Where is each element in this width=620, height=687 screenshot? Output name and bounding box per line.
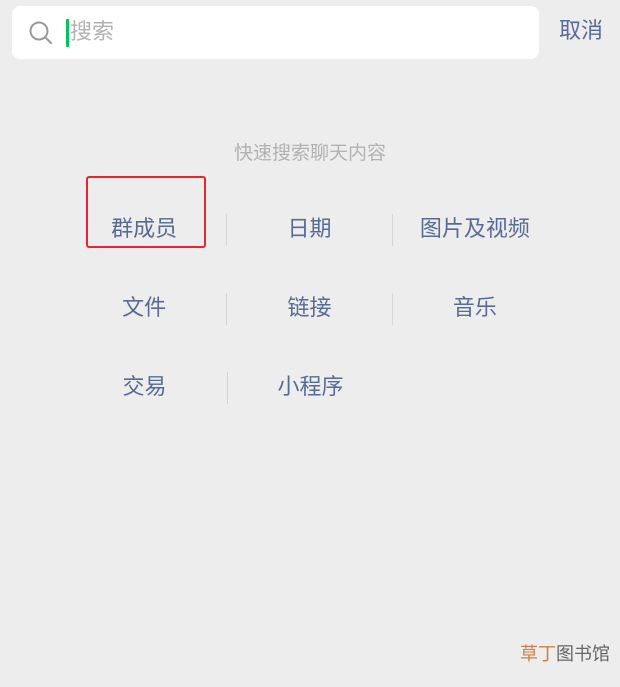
category-group-members[interactable]: 群成员 — [62, 190, 226, 269]
watermark-rest: 图书馆 — [556, 644, 610, 665]
cancel-button[interactable]: 取消 — [551, 14, 611, 50]
category-transactions[interactable]: 交易 — [62, 348, 227, 427]
category-links[interactable]: 链接 — [227, 269, 391, 348]
category-photos-videos[interactable]: 图片及视频 — [393, 190, 557, 269]
quick-search-hint: 快速搜索聊天内容 — [233, 142, 386, 164]
category-row: 群成员 日期 图片及视频 — [62, 190, 557, 269]
watermark-accent: 草丁 — [520, 644, 556, 665]
category-files[interactable]: 文件 — [62, 269, 226, 348]
category-mini-programs[interactable]: 小程序 — [228, 348, 393, 427]
category-row: 交易 小程序 — [62, 348, 557, 427]
search-category-grid: 群成员 日期 图片及视频 文件 链接 音乐 交易 小程序 — [62, 190, 557, 427]
watermark: 草丁图书馆 — [520, 640, 610, 666]
search-bar[interactable] — [12, 6, 539, 59]
category-music[interactable]: 音乐 — [393, 269, 557, 348]
search-icon — [29, 21, 52, 44]
category-row: 文件 链接 音乐 — [62, 269, 557, 348]
category-date[interactable]: 日期 — [227, 190, 391, 269]
search-input[interactable] — [68, 12, 520, 53]
